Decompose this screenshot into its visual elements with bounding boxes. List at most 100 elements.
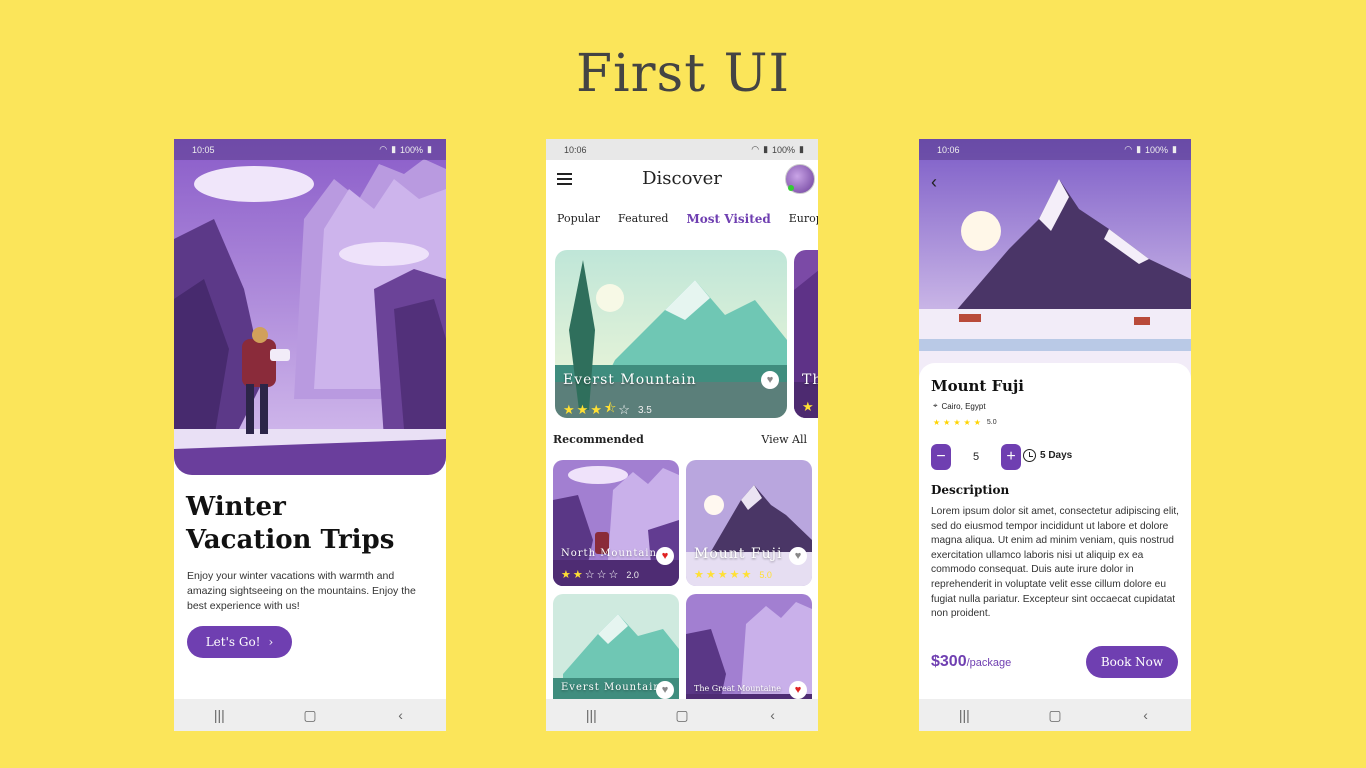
recents-icon[interactable]: |||: [944, 707, 984, 723]
home-icon[interactable]: ▢: [662, 707, 702, 724]
price-unit: /package: [966, 657, 1012, 669]
battery-level: 100%: [1145, 144, 1169, 155]
featured-card-next[interactable]: Th ★: [794, 250, 818, 418]
heading-line-1: Winter: [186, 492, 286, 522]
star-icon: ★: [729, 569, 740, 581]
battery-level: 100%: [400, 144, 424, 155]
back-nav-icon[interactable]: ‹: [1126, 707, 1166, 723]
quantity-stepper: − 5 +: [931, 444, 1021, 470]
location-row: ⌖ Cairo, Egypt: [933, 401, 986, 411]
duration-text: 5 Days: [1040, 450, 1073, 461]
home-icon[interactable]: ▢: [1035, 707, 1075, 724]
status-bar: 10:06 ◠ ▮ 100% ▮: [919, 139, 1191, 160]
featured-card[interactable]: Everst Mountain ♥ ★ ★ ★ ⯪ ☆ 3.5: [555, 250, 787, 418]
heart-icon[interactable]: ♥: [761, 371, 779, 389]
discover-screen: 10:06 ◠ ▮ 100% ▮ Discover Popular Featured …: [546, 139, 818, 731]
duration: 5 Days: [1023, 449, 1072, 462]
star-rating: ★ ★ ☆ ☆ ☆ 2.0: [561, 568, 639, 581]
book-now-button[interactable]: Book Now: [1086, 646, 1178, 678]
destination-title: Mount Fuji: [931, 377, 1024, 395]
star-icon: ★: [741, 569, 752, 581]
heart-icon[interactable]: ♥: [789, 547, 807, 565]
featured-card-title: Th: [802, 372, 818, 388]
battery-icon: ▮: [1172, 144, 1177, 154]
wifi-icon: ◠: [379, 144, 388, 154]
signal-icon: ▮: [763, 144, 769, 154]
star-icon: ★: [705, 569, 716, 581]
signal-icon: ▮: [391, 144, 397, 154]
status-time: 10:05: [192, 144, 215, 155]
status-time: 10:06: [564, 144, 587, 155]
star-rating: ★ ★ ★ ★ ★ 5.0: [933, 418, 997, 427]
recommended-card-title: North Mountain: [561, 548, 657, 559]
back-arrow-icon[interactable]: ‹: [931, 172, 937, 193]
recommended-card[interactable]: North Mountain ♥ ★ ★ ☆ ☆ ☆ 2.0: [553, 460, 679, 586]
star-rating: ★ ★ ★ ⯪ ☆ 3.5: [563, 399, 652, 418]
recommended-card[interactable]: Mount Fuji ♥ ★ ★ ★ ★ ★ 5.0: [686, 460, 812, 586]
decrement-button[interactable]: −: [931, 444, 951, 470]
star-icon: ★: [802, 399, 814, 414]
back-nav-icon[interactable]: ‹: [753, 707, 793, 723]
recommended-card-title: Mount Fuji: [694, 546, 783, 562]
price-amount: $300: [931, 653, 967, 670]
category-tabs: Popular Featured Most Visited Europe: [557, 212, 818, 226]
battery-level: 100%: [772, 144, 796, 155]
tab-most-visited[interactable]: Most Visited: [686, 212, 770, 226]
hero-illustration: [919, 139, 1191, 379]
heart-icon[interactable]: ♥: [656, 681, 674, 699]
wifi-icon: ◠: [751, 144, 760, 154]
chevron-right-icon: ›: [268, 635, 274, 649]
star-icon: ★: [561, 569, 571, 581]
star-rating: ★ ★ ★ ★ ★ 5.0: [694, 568, 772, 581]
tab-popular[interactable]: Popular: [557, 212, 600, 226]
system-nav-bar: ||| ▢ ‹: [546, 699, 818, 731]
heart-icon[interactable]: ♥: [656, 547, 674, 565]
back-nav-icon[interactable]: ‹: [381, 707, 421, 723]
avatar[interactable]: [785, 164, 815, 194]
detail-screen: 10:06 ◠ ▮ 100% ▮ ‹ Mount Fuji ⌖ Cairo, Egyp…: [919, 139, 1191, 731]
star-empty-icon: ☆: [618, 402, 630, 417]
onboarding-body: Enjoy your winter vacations with warmth …: [187, 570, 416, 612]
tab-featured[interactable]: Featured: [618, 212, 668, 226]
star-icon: ★: [576, 402, 589, 417]
battery-icon: ▮: [799, 144, 804, 154]
star-icon: ★: [933, 418, 941, 427]
hero-illustration: [174, 139, 446, 475]
lets-go-label: Let's Go!: [205, 635, 261, 649]
star-icon: ★: [943, 418, 951, 427]
star-icon: ★: [590, 402, 602, 417]
increment-button[interactable]: +: [1001, 444, 1021, 470]
status-time: 10:06: [937, 144, 960, 155]
heading-line-2: Vacation Trips: [186, 525, 395, 555]
status-bar: 10:06 ◠ ▮ 100% ▮: [546, 139, 818, 160]
home-icon[interactable]: ▢: [290, 707, 330, 724]
heart-icon[interactable]: ♥: [789, 681, 807, 699]
onboarding-heading: Winter Vacation Trips: [186, 491, 394, 557]
tab-europe[interactable]: Europe: [789, 212, 818, 226]
view-all-link[interactable]: View All: [761, 433, 807, 446]
location-pin-icon: ⌖: [933, 401, 938, 410]
rating-value: 5.0: [759, 569, 772, 580]
star-half-icon: ⯪: [603, 400, 617, 415]
lets-go-button[interactable]: Let's Go! ›: [187, 626, 292, 658]
app-header: Discover: [546, 161, 818, 197]
star-icon: ★: [973, 418, 981, 427]
star-icon: ★: [963, 418, 971, 427]
recents-icon[interactable]: |||: [571, 707, 611, 723]
star-empty-icon: ☆: [596, 569, 607, 581]
rating-value: 5.0: [986, 419, 997, 426]
star-icon: ★: [717, 569, 728, 581]
battery-icon: ▮: [427, 144, 432, 154]
star-rating: ★: [802, 399, 814, 415]
page-title: First UI: [575, 44, 791, 104]
description-heading: Description: [931, 483, 1010, 497]
onboarding-screen: 10:05 ◠ ▮ 100% ▮ Winter Vacation Trips Enjo…: [174, 139, 446, 731]
recents-icon[interactable]: |||: [199, 707, 239, 723]
star-icon: ★: [572, 569, 583, 581]
wifi-icon: ◠: [1124, 144, 1133, 154]
system-nav-bar: ||| ▢ ‹: [919, 699, 1191, 731]
status-bar: 10:05 ◠ ▮ 100% ▮: [174, 139, 446, 160]
quantity-value[interactable]: 5: [951, 451, 1001, 463]
rating-value: 3.5: [637, 404, 652, 416]
star-icon: ★: [563, 402, 575, 417]
